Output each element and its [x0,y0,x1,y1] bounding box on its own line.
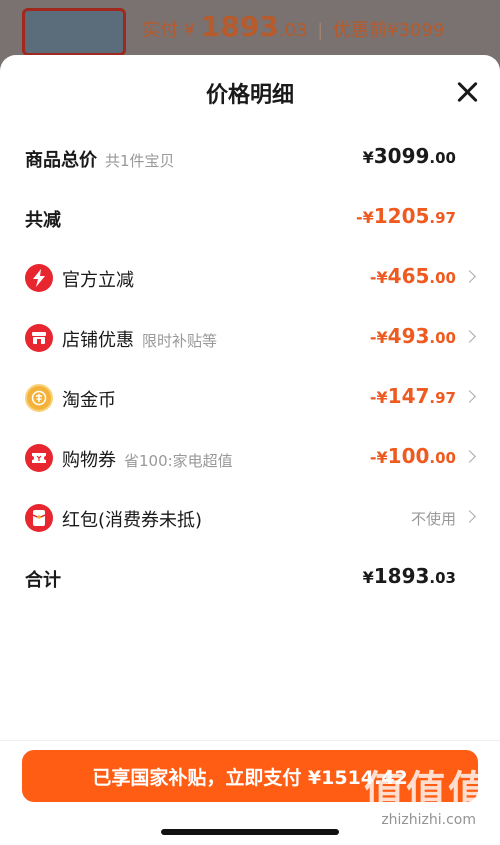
row-grand-total: 合计 ¥1893.03 [0,558,500,598]
row-sublabel: 省100:家电超值 [124,452,233,470]
row-status: 不使用 [410,510,456,528]
row-label: 官方立减 [62,270,134,291]
shop-icon [25,324,53,352]
chevron-right-icon [463,510,476,523]
ticket-icon [25,444,53,472]
row-amount: -¥147.97 [369,384,456,408]
row-amount: ¥1893.03 [362,564,456,588]
original-label: 优惠前 [333,20,388,41]
row-shopping-voucher[interactable]: 购物券 省100:家电超值 -¥100.00 [0,438,500,478]
row-total-discount: 共减 -¥1205.97 [0,198,500,238]
row-label: 商品总价 共1件宝贝 [25,150,175,171]
red-packet-icon [25,504,53,532]
row-amount: -¥493.00 [369,324,456,348]
lightning-icon [25,264,53,292]
row-red-packet[interactable]: 红包(消费券未抵) 不使用 [0,498,500,538]
paid-amount: 1893 [200,10,279,43]
original-price: ¥3099 [387,20,445,41]
chevron-right-icon [463,450,476,463]
watermark-logo: 值值值 [364,768,490,814]
bottom-divider [0,740,500,741]
product-thumbnail [22,8,126,56]
row-sublabel: 限时补贴等 [142,332,218,350]
row-label: 合计 [25,570,61,591]
separator: | [317,20,324,41]
row-amount: -¥100.00 [369,444,456,468]
row-shop-discount[interactable]: 店铺优惠 限时补贴等 -¥493.00 [0,318,500,358]
paid-currency: ¥ [183,20,196,41]
row-amount: -¥1205.97 [355,204,456,228]
price-detail-sheet: 价格明细 商品总价 共1件宝贝 ¥3099.00 共减 -¥1205.97 官方立… [0,55,500,845]
row-label: 红包(消费券未抵) [62,510,203,531]
row-label: 淘金币 [62,390,116,411]
paid-decimal: .03 [278,20,308,41]
row-label: 店铺优惠 限时补贴等 [62,330,218,351]
coin-icon [25,384,53,412]
watermark-url: zhizhizhi.com [381,812,476,828]
row-amount: ¥3099.00 [362,144,456,168]
row-label: 购物券 省100:家电超值 [62,450,233,471]
sheet-title: 价格明细 [205,83,294,108]
row-official-discount[interactable]: 官方立减 -¥465.00 [0,258,500,298]
row-sublabel: 共1件宝贝 [105,152,175,170]
chevron-right-icon [463,330,476,343]
row-taojinbi[interactable]: 淘金币 -¥147.97 [0,378,500,418]
close-button[interactable] [454,79,480,105]
home-indicator[interactable] [161,829,339,835]
chevron-right-icon [463,390,476,403]
background-price-summary: 实付 ¥ 1893.03 | 优惠前¥3099 [142,10,444,43]
chevron-right-icon [463,270,476,283]
row-goods-total: 商品总价 共1件宝贝 ¥3099.00 [0,138,500,178]
paid-label: 实付 [142,20,178,41]
row-label: 共减 [25,210,61,231]
site-watermark: 值值值 zhizhizhi.com [340,758,490,830]
row-amount: -¥465.00 [369,264,456,288]
